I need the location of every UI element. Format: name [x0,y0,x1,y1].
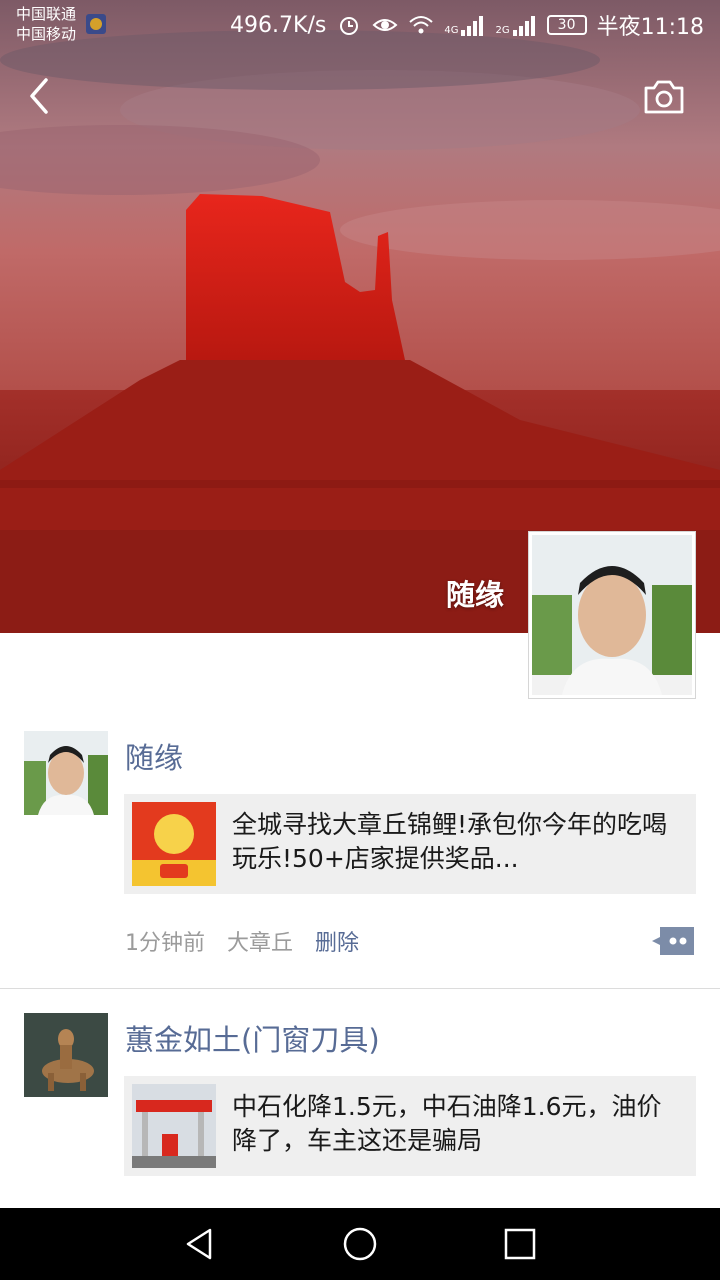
comment-more-icon[interactable] [652,925,696,957]
post-avatar-photo [24,731,108,815]
share-thumbnail [132,1084,216,1168]
eye-icon [372,19,398,31]
carrier-info: 中国联通 中国移动 [16,4,76,44]
battery-icon: 30 [546,15,587,35]
share-text: 全城寻找大章丘锦鲤!承包你今年的吃喝玩乐!50+店家提供奖品... [232,810,668,873]
nav-back-button[interactable] [180,1224,220,1264]
nav-recents-button[interactable] [500,1224,540,1264]
signal-1-icon [461,16,484,36]
system-nav-bar [0,1208,720,1280]
post-author[interactable]: 蕙金如土(门窗刀具) [125,1017,380,1059]
clock: 半夜11:18 [596,15,704,40]
status-bar: 中国联通 中国移动 496.7K/s 4G 2G 30 半夜11:18 [0,0,720,50]
signal-2-label: 2G [495,25,510,36]
moment-post: 蕙金如土(门窗刀具) 中石化降1.5元，中石油降1.6元，油价降了，车主这还是骗… [0,1013,720,1208]
cover-user-name: 随缘 [445,578,504,612]
status-right: 496.7K/s 4G 2G 30 半夜11:18 [230,10,704,41]
net-speed: 496.7K/s [230,12,327,38]
share-text: 中石化降1.5元，中石油降1.6元，油价降了，车主这还是骗局 [232,1092,662,1155]
back-button[interactable] [22,76,58,116]
gas-station-image [132,1084,216,1168]
post-avatar-photo [24,1013,108,1097]
nav-home-button[interactable] [340,1224,380,1264]
post-avatar[interactable] [24,731,108,815]
camera-button[interactable] [640,76,688,118]
profile-avatar[interactable] [528,531,696,699]
alarm-icon [340,17,359,35]
post-location: 大章丘 [227,931,294,956]
signal-2-icon [512,16,535,36]
post-author[interactable]: 随缘 [125,735,183,777]
avatar-photo [532,535,692,695]
carrier-badge-icon [86,14,106,34]
share-card[interactable]: 中石化降1.5元，中石油降1.6元，油价降了，车主这还是骗局 [124,1076,696,1176]
wifi-icon [409,16,434,34]
signal-1-label: 4G [444,25,459,36]
moment-post: 随缘 全城寻找大章丘锦鲤!承包你今年的吃喝玩乐!50+店家提供奖品... 1分钟… [0,731,720,989]
share-thumbnail [132,802,216,886]
share-card[interactable]: 全城寻找大章丘锦鲤!承包你今年的吃喝玩乐!50+店家提供奖品... [124,794,696,894]
carrier-1: 中国联通 [16,5,77,23]
post-avatar[interactable] [24,1013,108,1097]
koi-promo-image [132,802,216,886]
post-time: 1分钟前 [125,931,205,956]
post-divider [0,988,720,989]
post-meta: 1分钟前 大章丘 删除 [125,925,359,957]
carrier-2: 中国移动 [16,25,77,43]
delete-button[interactable]: 删除 [315,925,359,957]
